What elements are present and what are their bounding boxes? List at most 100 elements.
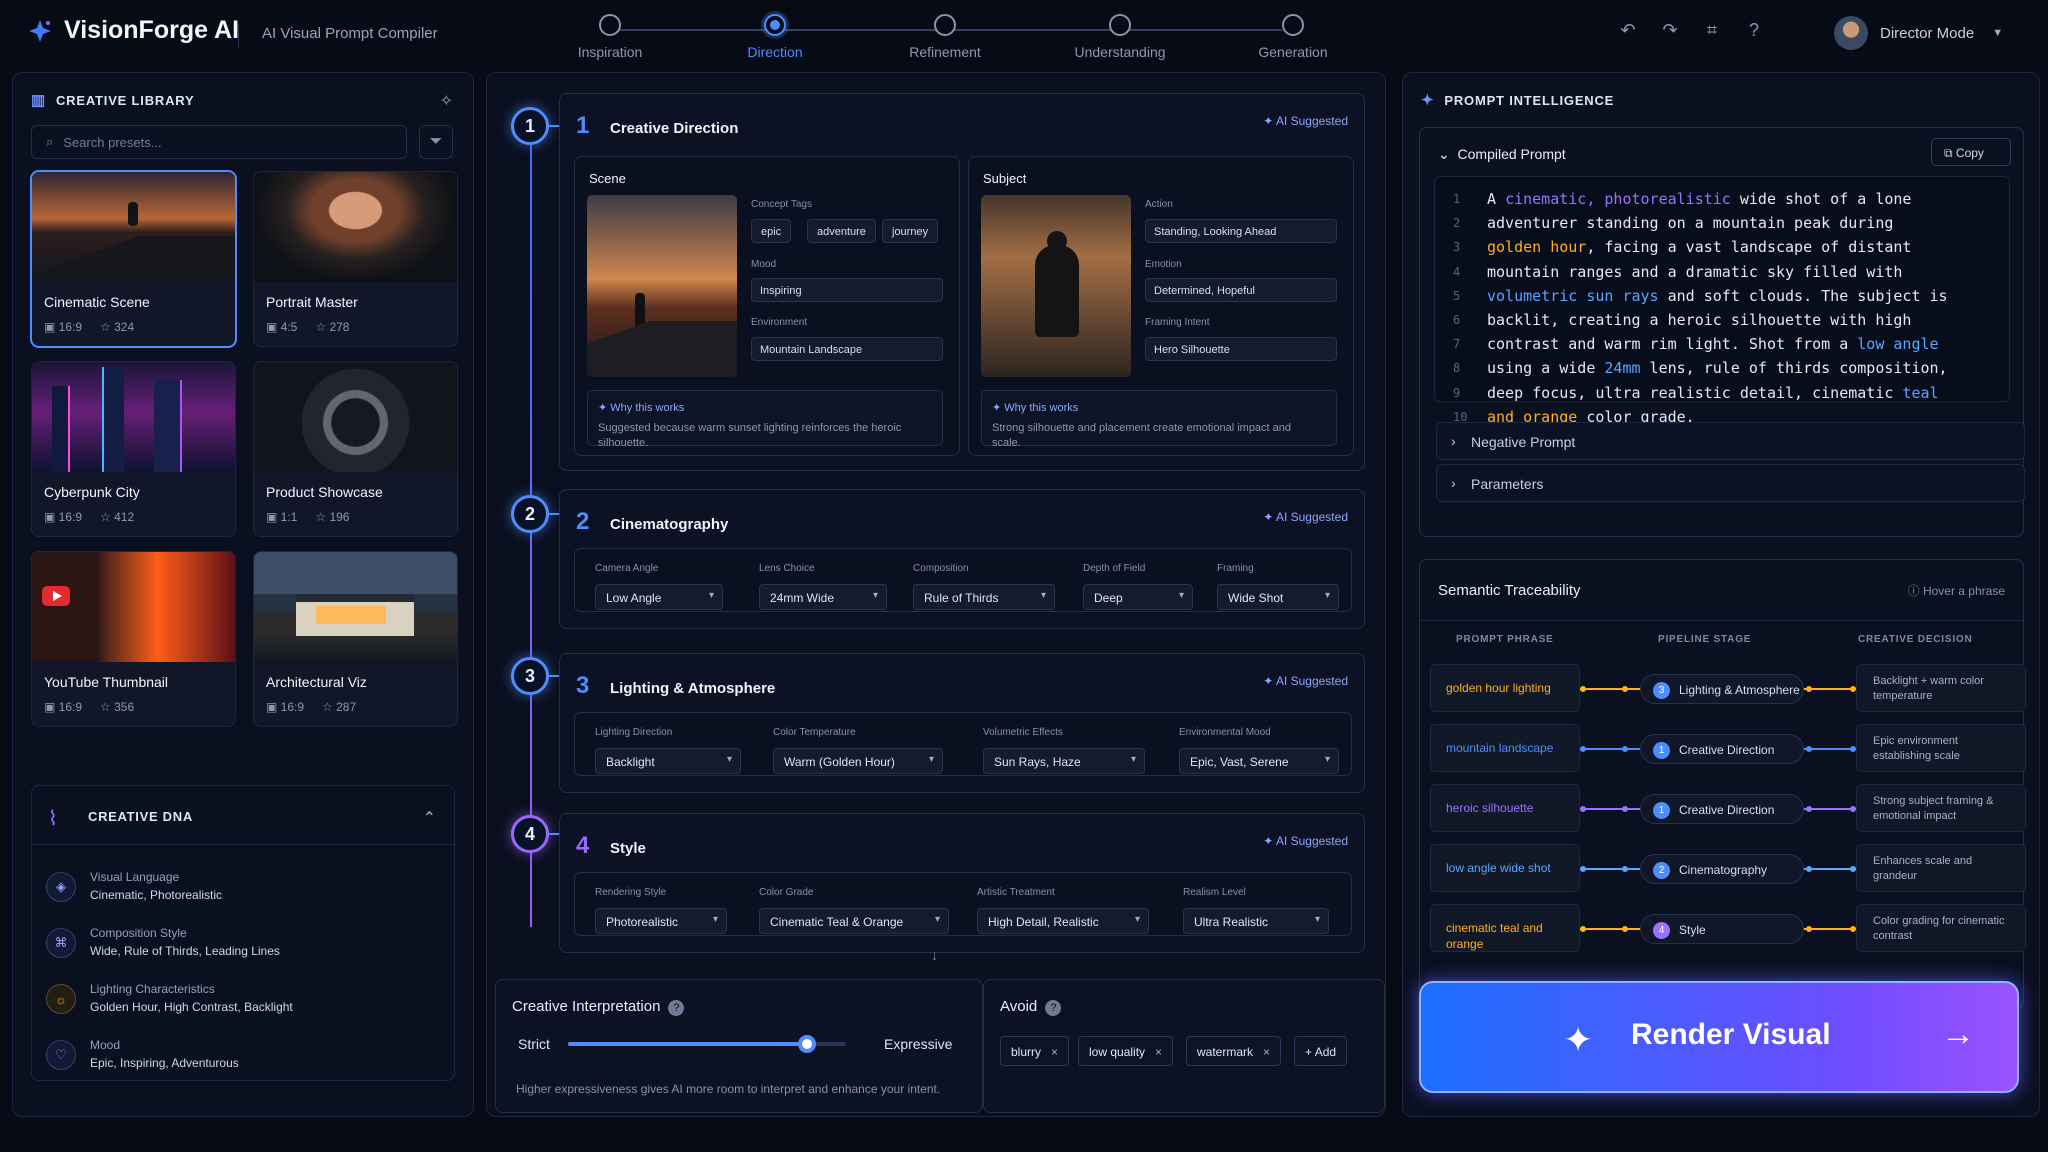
environment-field[interactable]: Mountain Landscape <box>751 337 943 361</box>
copy-icon: ⧉ <box>1944 146 1953 160</box>
section-title: 3 Lighting & Atmosphere <box>576 672 776 699</box>
title-divider <box>238 24 239 48</box>
code-text: volumetric sun rays and soft clouds. The… <box>1487 286 1948 305</box>
help-icon[interactable]: ? <box>1045 1000 1062 1016</box>
line-number: 9 <box>1453 385 1461 400</box>
trace-row[interactable]: low angle wide shot 2 Cinematography Enhanc… <box>1430 844 2026 894</box>
crop-icon[interactable]: ⌗ <box>1700 18 1724 42</box>
prompt-phrase[interactable]: mountain landscape <box>1430 724 1580 772</box>
code-line: 9 deep focus, ultra realistic detail, cin… <box>1435 381 2005 405</box>
add-avoid-button[interactable]: + Add <box>1294 1036 1348 1066</box>
preset-meta: ▣ 1:1 ☆ 196 <box>266 510 349 524</box>
camera-angle-select[interactable]: Low Angle <box>595 584 723 610</box>
undo-icon[interactable]: ↶ <box>1616 18 1640 42</box>
star-icon: ☆ 324 <box>100 320 135 334</box>
preset-title: YouTube Thumbnail <box>44 674 169 690</box>
preset-title: Cinematic Scene <box>44 294 150 310</box>
preset-card-architectural-viz[interactable]: Architectural Viz ▣ 16:9 ☆ 287 <box>253 551 458 727</box>
step-understanding[interactable]: Understanding <box>1050 14 1190 60</box>
filter-icon[interactable]: ⏷ <box>419 125 453 159</box>
rendering-style-select[interactable]: Photorealistic <box>595 908 727 934</box>
compiled-prompt-header[interactable]: ⌄ Compiled Prompt <box>1438 146 1566 163</box>
preset-card-youtube-thumbnail[interactable]: YouTube Thumbnail ▣ 16:9 ☆ 356 <box>31 551 236 727</box>
avoid-chip[interactable]: low quality × <box>1078 1036 1174 1066</box>
render-visual-button[interactable]: ✦ Render Visual → <box>1419 981 2019 1093</box>
color-temperature-select[interactable]: Warm (Golden Hour) <box>773 748 943 774</box>
redo-icon[interactable]: ↷ <box>1658 18 1682 42</box>
lighting-direction-select[interactable]: Backlight <box>595 748 741 774</box>
preset-meta: ▣ 16:9 ☆ 287 <box>266 700 356 714</box>
stage-number: 3 <box>1653 682 1670 699</box>
parameters-accordion[interactable]: › Parameters <box>1436 464 2025 502</box>
prompt-phrase[interactable]: golden hour lighting <box>1430 664 1580 712</box>
action-field[interactable]: Standing, Looking Ahead <box>1145 219 1337 243</box>
step-inspiration[interactable]: Inspiration <box>540 14 680 60</box>
preset-card-portrait-master[interactable]: Portrait Master ▣ 4:5 ☆ 278 <box>253 171 458 347</box>
concept-tag[interactable]: epic <box>751 219 792 243</box>
dna-label: Visual Language <box>90 870 180 884</box>
sparkle-icon: ✦ <box>1421 92 1435 109</box>
volumetric-effects-select[interactable]: Sun Rays, Haze <box>983 748 1145 774</box>
preset-card-cyberpunk-city[interactable]: Cyberpunk City ▣ 16:9 ☆ 412 <box>31 361 236 537</box>
environmental-mood-select[interactable]: Epic, Vast, Serene <box>1179 748 1339 774</box>
chevron-up-icon[interactable]: ⌃ <box>423 808 436 828</box>
trace-row[interactable]: golden hour lighting 3 Lighting & Atmosphe… <box>1430 664 2026 714</box>
composition-icon: ⌘ <box>46 928 76 958</box>
search-icon: ⌕ <box>46 134 54 149</box>
artistic-treatment-label: Artistic Treatment <box>977 887 1055 898</box>
stage-label: Cinematography <box>1679 863 1768 877</box>
help-icon[interactable]: ? <box>668 1000 685 1016</box>
prompt-phrase[interactable]: low angle wide shot <box>1430 844 1580 892</box>
trace-row[interactable]: cinematic teal and orange 4 Style Color gra… <box>1430 904 2026 954</box>
interpretation-title: Creative Interpretation? <box>512 998 685 1016</box>
prompt-phrase[interactable]: heroic silhouette <box>1430 784 1580 832</box>
lens-choice-select[interactable]: 24mm Wide <box>759 584 887 610</box>
realism-level-select[interactable]: Ultra Realistic <box>1183 908 1329 934</box>
step-refinement[interactable]: Refinement <box>875 14 1015 60</box>
active-step-dot <box>764 14 786 36</box>
close-icon[interactable]: × <box>1155 1045 1162 1059</box>
close-icon[interactable]: × <box>1263 1045 1270 1059</box>
preset-card-cinematic-scene[interactable]: Cinematic Scene ▣ 16:9 ☆ 324 <box>31 171 236 347</box>
pipeline-stage-header: PIPELINE STAGE <box>1658 634 1752 645</box>
preset-card-product-showcase[interactable]: Product Showcase ▣ 1:1 ☆ 196 <box>253 361 458 537</box>
trace-row[interactable]: mountain landscape 1 Creative Direction Epi… <box>1430 724 2026 774</box>
avoid-chip[interactable]: watermark × <box>1186 1036 1282 1066</box>
connector-dot <box>1806 686 1812 692</box>
search-input[interactable]: ⌕ Search presets... <box>31 125 407 159</box>
composition-select[interactable]: Rule of Thirds <box>913 584 1055 610</box>
depth-of-field-select[interactable]: Deep <box>1083 584 1193 610</box>
app-logo: VisionForge AI <box>28 16 239 45</box>
help-icon[interactable]: ? <box>1742 18 1766 42</box>
negative-prompt-accordion[interactable]: › Negative Prompt <box>1436 422 2025 460</box>
avoid-chip[interactable]: blurry × <box>1000 1036 1070 1066</box>
slider-thumb[interactable] <box>798 1035 817 1053</box>
connector-dot <box>1622 806 1628 812</box>
mood-field[interactable]: Inspiring <box>751 278 943 302</box>
emotion-field[interactable]: Determined, Hopeful <box>1145 278 1337 302</box>
star-icon: ☆ 278 <box>315 320 350 334</box>
concept-tag[interactable]: journey <box>882 219 939 243</box>
creative-direction-section: 1 Creative Direction ✦ AI Suggested Scene… <box>559 93 1365 471</box>
line-number: 3 <box>1453 240 1461 255</box>
step-generation[interactable]: Generation <box>1223 14 1363 60</box>
color-grade-select[interactable]: Cinematic Teal & Orange <box>759 908 949 934</box>
artistic-treatment-select[interactable]: High Detail, Realistic <box>977 908 1149 934</box>
star-icon: ☆ 356 <box>100 700 135 714</box>
creative-interpretation-slider[interactable] <box>568 1035 846 1053</box>
close-icon[interactable]: × <box>1051 1045 1058 1059</box>
prompt-phrase-header: PROMPT PHRASE <box>1456 634 1554 645</box>
step-direction[interactable]: Direction <box>705 14 845 60</box>
sparkle-icon: ✦ <box>1263 510 1274 524</box>
copy-button[interactable]: ⧉ Copy <box>1931 138 2011 166</box>
concept-tag[interactable]: adventure <box>807 219 876 243</box>
prompt-phrase[interactable]: cinematic teal and orange <box>1430 904 1580 952</box>
connector-dot <box>1580 926 1586 932</box>
framing-intent-field[interactable]: Hero Silhouette <box>1145 337 1337 361</box>
trace-row[interactable]: heroic silhouette 1 Creative Direction Stro… <box>1430 784 2026 834</box>
profile-menu[interactable]: Director Mode ▼ <box>1834 16 2003 50</box>
avatar <box>1834 16 1868 50</box>
framing-select[interactable]: Wide Shot <box>1217 584 1339 610</box>
top-toolbar: ↶ ↷ ⌗ ? <box>1616 18 1766 42</box>
settings-icon[interactable]: ✧ <box>440 91 453 111</box>
